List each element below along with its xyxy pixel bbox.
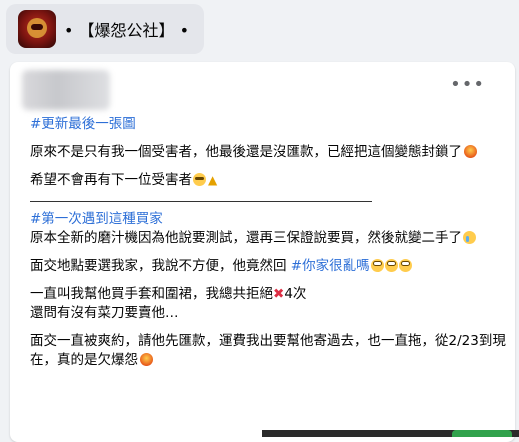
eye-roll-emoji-icon — [384, 259, 398, 272]
folded-hands-icon: ▲ — [208, 173, 218, 187]
pleading-emoji-icon — [193, 173, 206, 186]
para-2: 面交地點要選我家，我說不方便，他竟然回 #你家很亂嗎 — [30, 257, 508, 276]
eye-roll-emoji-icon — [398, 259, 412, 272]
group-name[interactable]: • 【爆怨公社】 • — [64, 17, 189, 41]
group-header[interactable]: • 【爆怨公社】 • — [6, 4, 204, 54]
para-3-line-1: 一直叫我幫他買手套和圍裙，我總共拒絕✖4次 — [30, 286, 307, 302]
hashtag-first-time[interactable]: #第一次遇到這種買家 — [30, 211, 163, 227]
divider — [30, 201, 372, 202]
para-3-line-2: 還問有沒有菜刀要賣他… — [30, 305, 179, 321]
update-text-1: 原來不是只有我一個受害者，他最後還是沒匯款，已經把這個變態封鎖了 — [30, 143, 508, 162]
hashtag-update[interactable]: #更新最後一張圖 — [30, 116, 136, 132]
para-1: 原本全新的磨汁機因為他說要測試，還再三保證說要買，然後就變二手了 — [30, 229, 508, 248]
angry-emoji-icon — [140, 353, 153, 366]
author-info-blurred[interactable] — [22, 70, 110, 110]
para-4: 面交一直被爽約，請他先匯款，運費我出要幫他寄過去，也一直拖，從2/23到現在，真… — [30, 333, 506, 368]
eye-roll-emoji-icon — [370, 259, 384, 272]
post-card: ••• #更新最後一張圖 原來不是只有我一個受害者，他最後還是沒匯款，已經把這個… — [10, 62, 515, 442]
post-content: #更新最後一張圖 原來不是只有我一個受害者，他最後還是沒匯款，已經把這個變態封鎖… — [30, 115, 508, 370]
more-options-icon[interactable]: ••• — [450, 76, 485, 94]
update-text-2: 希望不會再有下一位受害者 ▲ — [30, 172, 218, 188]
angry-emoji-icon — [464, 145, 477, 158]
crying-emoji-icon — [463, 231, 476, 244]
hashtag-messy-home[interactable]: #你家很亂嗎 — [291, 258, 370, 274]
group-avatar[interactable] — [18, 10, 56, 48]
bottom-green-tab[interactable] — [452, 430, 512, 437]
cross-mark-icon: ✖ — [273, 286, 285, 302]
